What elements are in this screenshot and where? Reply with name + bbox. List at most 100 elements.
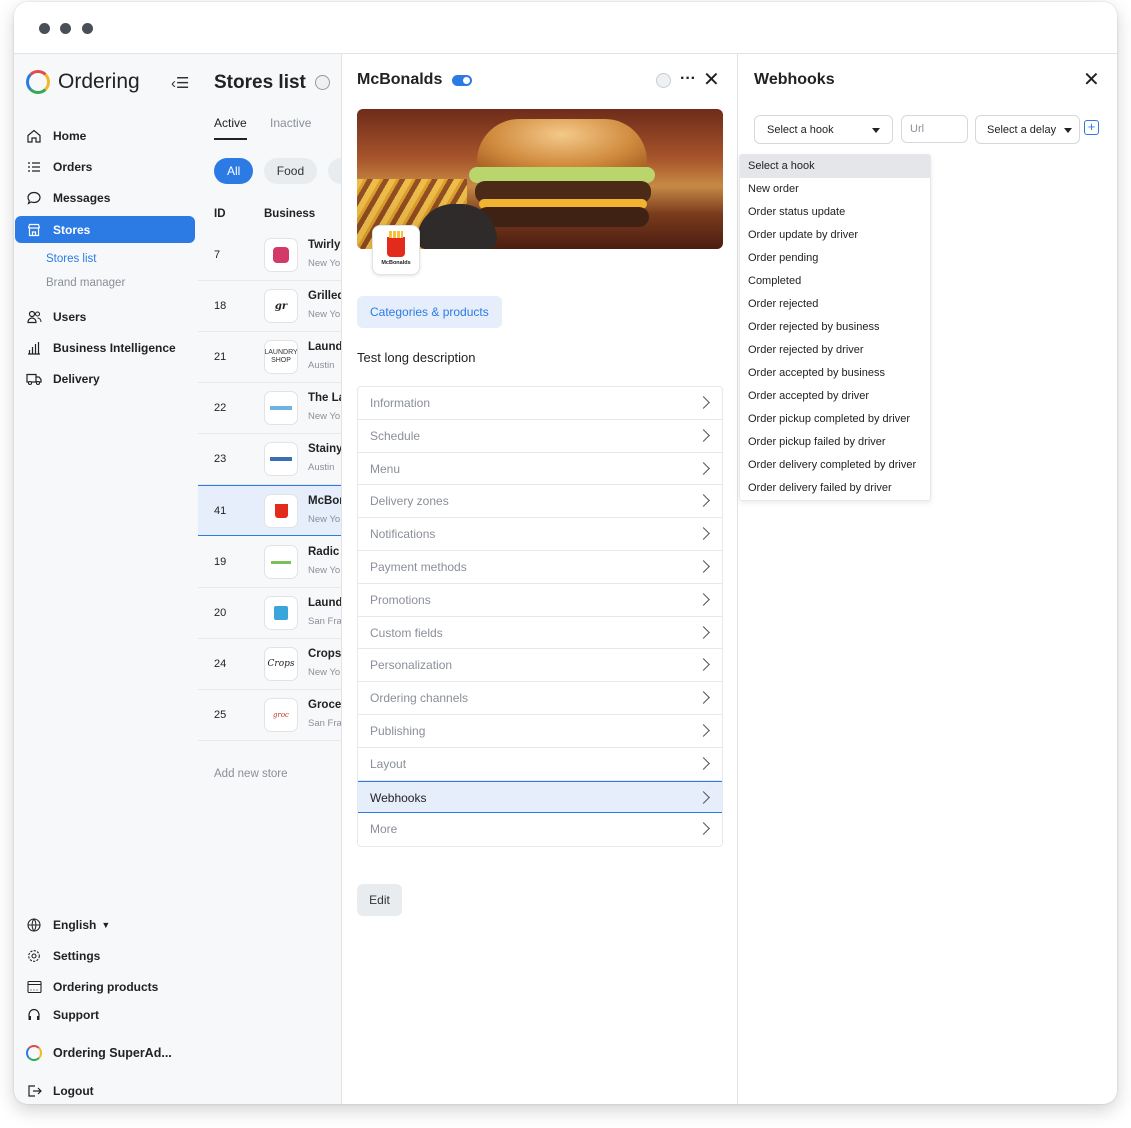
window-dot-minimize[interactable] [60,23,71,34]
hook-option[interactable]: Order pickup completed by driver [740,408,930,431]
account-menu[interactable]: Ordering SuperAd... [15,1039,195,1066]
logout-button[interactable]: Logout [15,1077,195,1104]
business-name: Stainy [308,443,341,455]
store-logo[interactable]: McBonalds [372,225,420,275]
tab-active[interactable]: Active [214,116,247,140]
sidebar-item-home[interactable]: Home [15,122,195,149]
hook-select[interactable]: Select a hook [754,115,893,144]
more-options-icon[interactable]: ··· [680,70,696,88]
business-name: The La [308,392,341,404]
hook-option[interactable]: Order accepted by driver [740,385,930,408]
home-icon [26,128,42,144]
sidebar-item-stores[interactable]: Stores [15,216,195,243]
chevron-right-icon [697,592,710,606]
hook-option[interactable]: Select a hook [740,155,930,178]
menu-item-ordering-channels[interactable]: Ordering channels [358,682,722,715]
menu-item-delivery-zones[interactable]: Delivery zones [358,485,722,519]
subnav-stores-list[interactable]: Stores list [46,253,97,265]
table-row[interactable]: 18 gr Grilled New Yo [198,281,341,332]
menu-item-personalization[interactable]: Personalization [358,649,722,683]
table-row[interactable]: 22 The La New Yo [198,383,341,434]
stores-list-panel: Stores list Active Inactive All Food G I… [198,54,341,1104]
add-new-store-link[interactable]: Add new store [214,768,288,780]
window-dot-close[interactable] [39,23,50,34]
language-selector[interactable]: English ▼ [15,911,195,938]
filter-chip-all[interactable]: All [214,158,254,184]
sidebar-item-delivery[interactable]: Delivery [15,365,195,392]
sidebar-item-ordering-products[interactable]: Ordering products [15,973,195,1000]
delay-select[interactable]: Select a delay [975,115,1080,144]
chevron-down-icon: ▼ [101,919,111,930]
chart-icon [26,340,42,356]
business-city: New Yo [308,309,341,320]
sidebar-item-label: Orders [53,159,93,174]
hook-option[interactable]: Order pickup failed by driver [740,431,930,454]
table-row[interactable]: 21 LAUNDRY SHOP Laund Austin [198,332,341,383]
burger-patty-graphic [477,207,649,227]
menu-item-layout[interactable]: Layout [358,748,722,781]
chevron-right-icon [697,428,710,442]
business-city: New Yo [308,667,341,678]
menu-item-custom-fields[interactable]: Custom fields [358,617,722,650]
menu-item-notifications[interactable]: Notifications [358,518,722,551]
menu-item-information[interactable]: Information [358,387,722,420]
close-icon[interactable]: ✕ [703,67,720,92]
menu-item-label: Delivery zones [370,494,449,509]
chevron-right-icon [697,756,710,770]
table-row[interactable]: 20 Laund San Fra [198,588,341,639]
hook-option[interactable]: New order [740,178,930,201]
hook-option[interactable]: Order rejected [740,293,930,316]
menu-item-label: Notifications [370,527,436,542]
menu-item-payment-methods[interactable]: Payment methods [358,551,722,584]
edit-button[interactable]: Edit [357,884,402,916]
table-row[interactable]: 25 groc Groce San Fra [198,690,341,741]
filter-chip-food[interactable]: Food [263,158,318,184]
menu-item-menu[interactable]: Menu [358,453,722,486]
table-row[interactable]: 19 Radic New Yo [198,537,341,588]
menu-item-schedule[interactable]: Schedule [358,420,722,453]
hook-option[interactable]: Order status update [740,201,930,224]
table-row[interactable]: 24 Crops Crops New Yo [198,639,341,690]
sidebar-item-orders[interactable]: Orders [15,153,195,180]
page-title-text: Stores list [214,72,306,93]
tour-icon[interactable] [315,75,331,91]
business-city: San Fra [308,616,341,627]
table-row-selected[interactable]: 41 McBor New Yo [198,485,341,536]
table-row[interactable]: 7 Twirly New Yo [198,230,341,281]
sidebar-item-business-intelligence[interactable]: Business Intelligence [15,334,195,361]
table-row[interactable]: 23 Stainy Austin [198,434,341,485]
sidebar-item-messages[interactable]: Messages [15,184,195,211]
menu-item-more[interactable]: More [358,813,722,846]
window-dot-maximize[interactable] [82,23,93,34]
hook-option[interactable]: Order rejected by driver [740,339,930,362]
collapse-sidebar-icon[interactable]: ‹☰ [171,74,189,92]
menu-item-webhooks[interactable]: Webhooks [358,780,722,814]
delay-select-value: Select a delay [987,124,1057,136]
categories-products-button[interactable]: Categories & products [357,296,502,328]
url-input[interactable] [901,115,968,143]
hook-option[interactable]: Order update by driver [740,224,930,247]
store-enabled-toggle[interactable] [452,75,472,86]
column-header-business[interactable]: Business [264,208,315,220]
menu-item-publishing[interactable]: Publishing [358,715,722,748]
hook-option[interactable]: Order delivery failed by driver [740,477,930,500]
filter-chip-g[interactable]: G [327,158,341,184]
menu-item-label: Payment methods [370,559,467,574]
menu-item-promotions[interactable]: Promotions [358,584,722,617]
sidebar-item-users[interactable]: Users [15,303,195,330]
tour-icon[interactable] [656,73,671,88]
chevron-right-icon [697,494,710,508]
hook-option[interactable]: Order rejected by business [740,316,930,339]
add-webhook-icon[interactable]: + [1084,120,1099,135]
hook-option[interactable]: Order delivery completed by driver [740,454,930,477]
subnav-brand-manager[interactable]: Brand manager [46,277,125,289]
close-icon[interactable]: ✕ [1083,67,1100,92]
hook-option[interactable]: Order pending [740,247,930,270]
sidebar-item-support[interactable]: Support [15,1001,195,1028]
hook-option[interactable]: Order accepted by business [740,362,930,385]
chat-icon [26,190,42,206]
sidebar-item-settings[interactable]: Settings [15,942,195,969]
hook-option[interactable]: Completed [740,270,930,293]
tab-inactive[interactable]: Inactive [270,116,311,138]
row-id: 22 [214,402,227,414]
